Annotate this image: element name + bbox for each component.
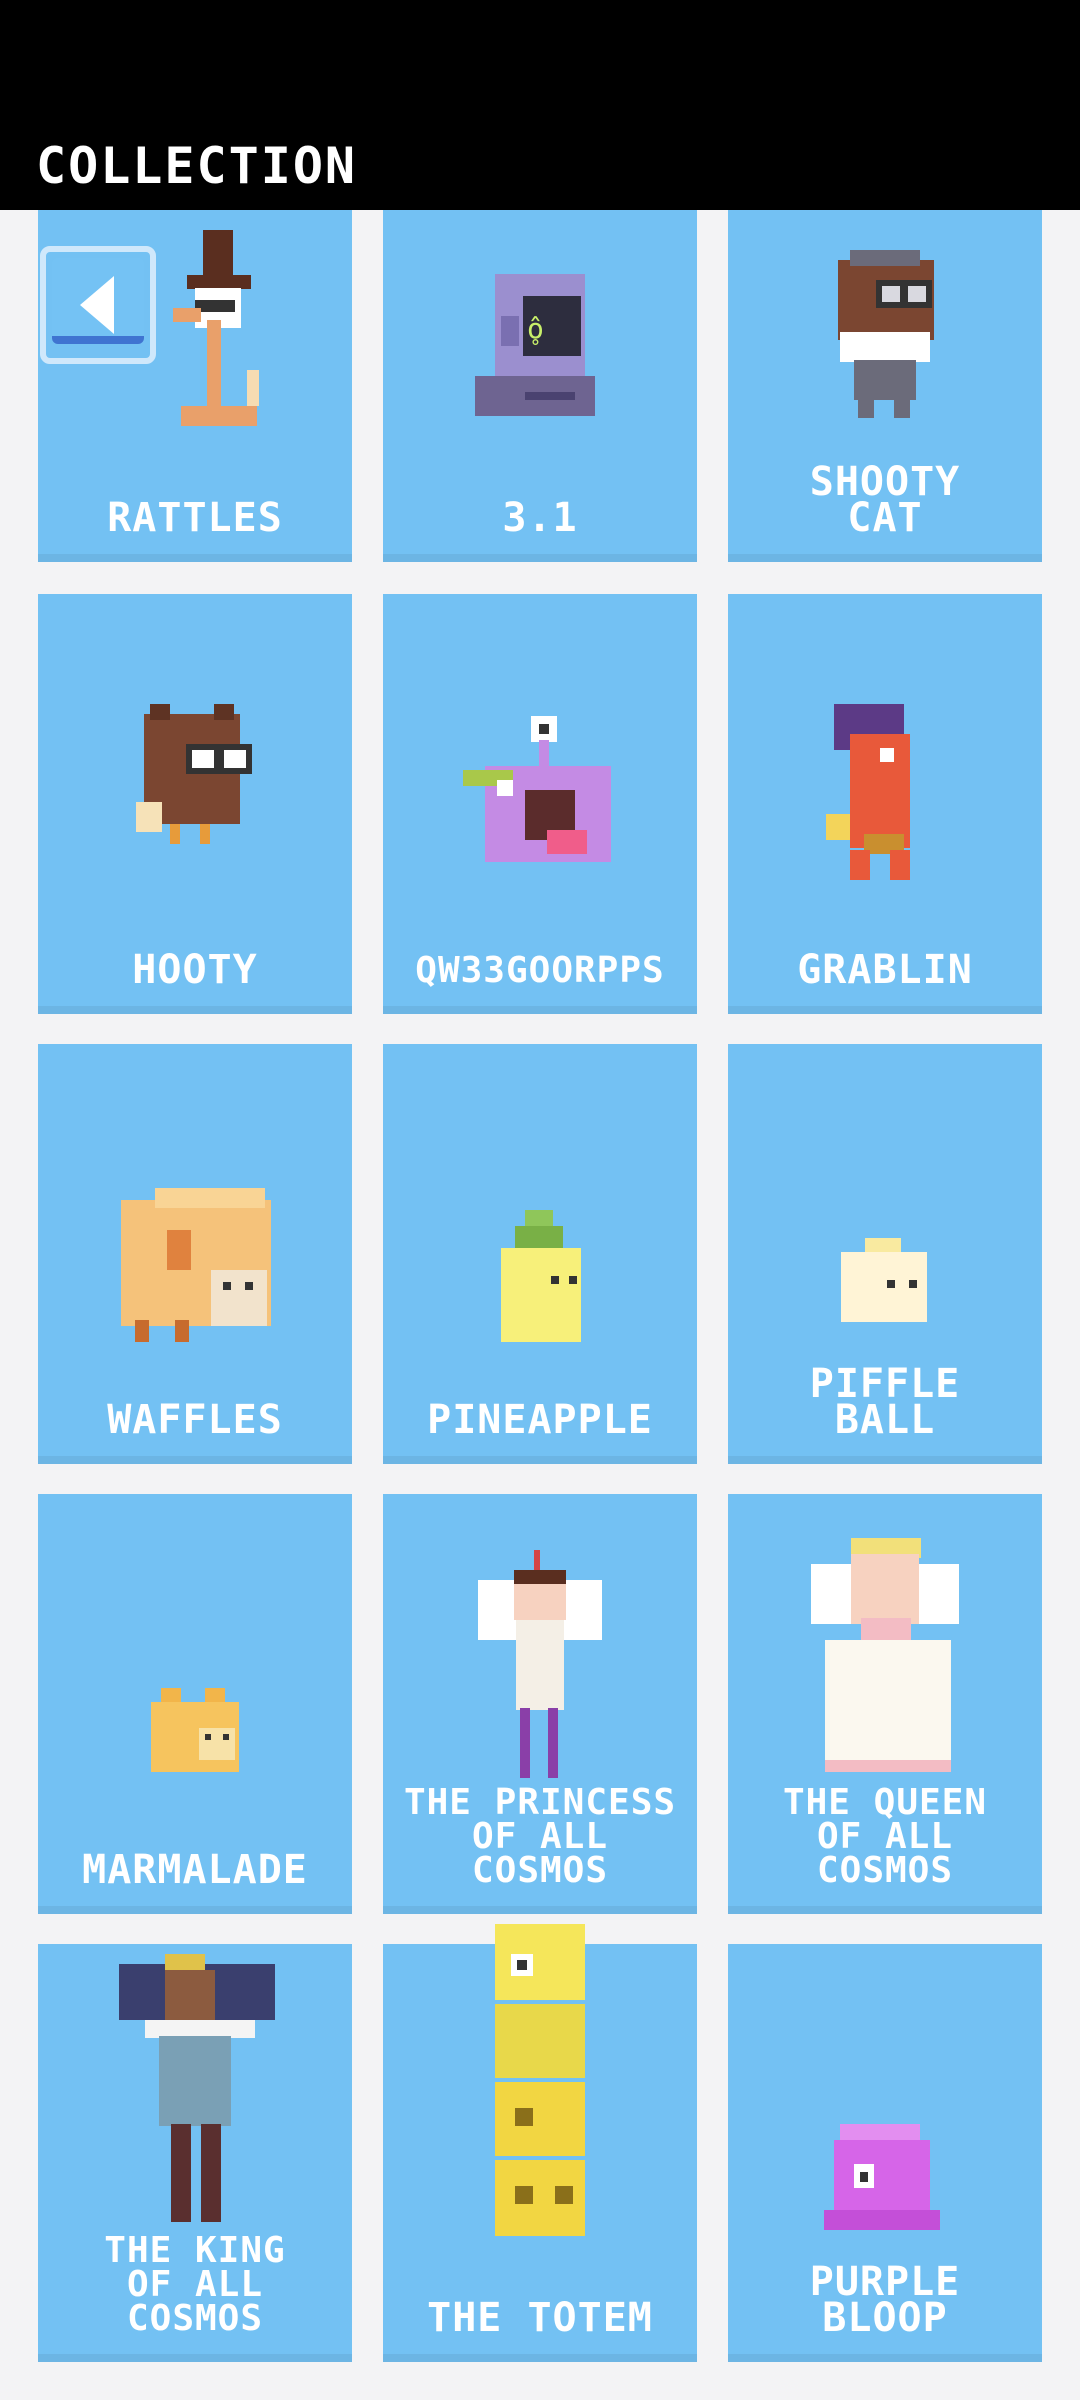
character-card-princess-of-all-cosmos[interactable]: THE PRINCESS OF ALL COSMOS	[383, 1494, 697, 1914]
character-name: THE QUEEN OF ALL COSMOS	[782, 1782, 988, 1891]
shooty-cat-figure	[728, 240, 1042, 460]
piffle-ball-figure	[728, 1234, 1042, 1364]
qw33goorpps-figure	[383, 710, 697, 910]
computer-figure: ô̥	[383, 256, 697, 476]
character-name: GRABLIN	[797, 947, 973, 993]
character-card-purple-bloop[interactable]: PURPLE BLOOP	[728, 1944, 1042, 2362]
character-name: THE KING OF ALL COSMOS	[104, 2230, 286, 2339]
pineapple-figure	[383, 1204, 697, 1364]
character-name: WAFFLES	[107, 1397, 283, 1443]
character-card-shooty-cat[interactable]: SHOOTY CAT	[728, 210, 1042, 562]
character-card-waffles[interactable]: WAFFLES	[38, 1044, 352, 1464]
character-card-piffle-ball[interactable]: PIFFLE BALL	[728, 1044, 1042, 1464]
waffles-figure	[38, 1180, 352, 1360]
character-card-hooty[interactable]: HOOTY	[38, 594, 352, 1014]
character-name: PURPLE BLOOP	[809, 2259, 961, 2341]
back-arrow-icon	[80, 276, 114, 334]
character-name: MARMALADE	[82, 1847, 308, 1893]
svg-text:ô̥: ô̥	[527, 312, 544, 346]
purple-bloop-figure	[728, 2120, 1042, 2250]
character-name: PIFFLE BALL	[809, 1361, 961, 1443]
grablin-figure	[728, 694, 1042, 904]
character-card-pineapple[interactable]: PINEAPPLE	[383, 1044, 697, 1464]
hooty-figure	[38, 694, 352, 894]
character-name: THE PRINCESS OF ALL COSMOS	[403, 1782, 677, 1891]
princess-figure	[383, 1550, 697, 1790]
character-name: 3.1	[502, 495, 578, 541]
character-name: PINEAPPLE	[427, 1397, 653, 1443]
character-card-3-1[interactable]: ô̥ 3.1	[383, 210, 697, 562]
marmalade-figure	[38, 1684, 352, 1804]
character-card-the-totem[interactable]: THE TOTEM	[383, 1924, 697, 2362]
totem-figure	[383, 1924, 697, 2236]
character-name: RATTLES	[107, 495, 283, 541]
queen-figure	[728, 1534, 1042, 1784]
character-grid: RATTLES ô̥ 3.1 SHOOTY CAT HOOTY QW33GOOR…	[0, 0, 1080, 2400]
back-button[interactable]	[40, 246, 156, 364]
character-name: THE TOTEM	[427, 2295, 653, 2341]
character-card-qw33goorpps[interactable]: QW33GOORPPS	[383, 594, 697, 1014]
character-card-grablin[interactable]: GRABLIN	[728, 594, 1042, 1014]
king-figure	[38, 1944, 352, 2244]
character-name: QW33GOORPPS	[415, 950, 665, 991]
character-name: SHOOTY CAT	[809, 459, 961, 541]
character-card-king-of-all-cosmos[interactable]: THE KING OF ALL COSMOS	[38, 1944, 352, 2362]
character-card-marmalade[interactable]: MARMALADE	[38, 1494, 352, 1914]
character-card-queen-of-all-cosmos[interactable]: THE QUEEN OF ALL COSMOS	[728, 1494, 1042, 1914]
character-name: HOOTY	[132, 947, 258, 993]
